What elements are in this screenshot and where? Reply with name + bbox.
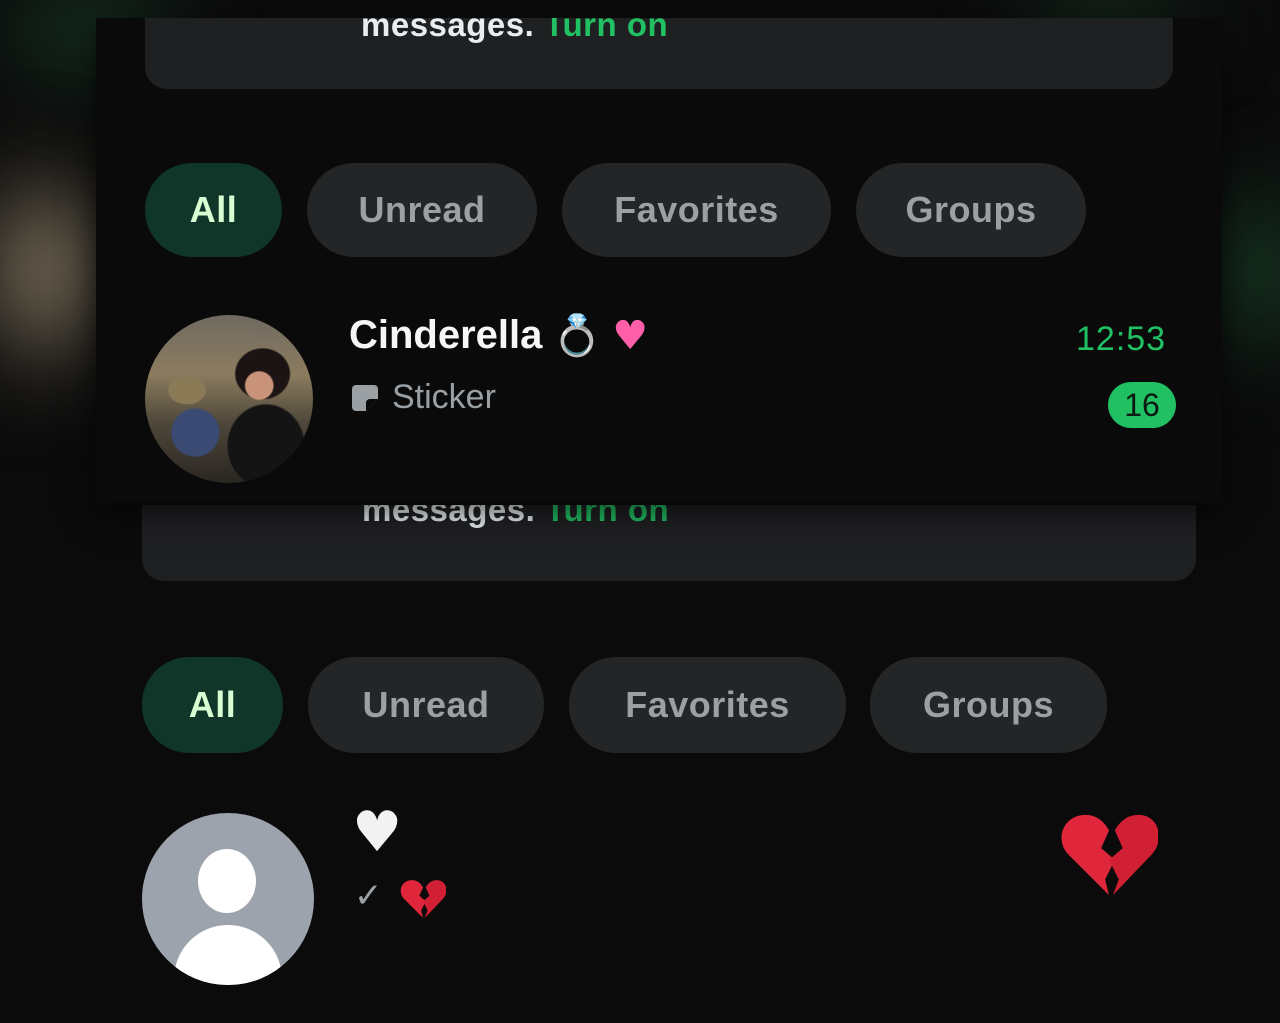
filter-chip-all[interactable]: All [145,163,282,257]
default-avatar[interactable] [142,813,314,985]
filter-chip-groups[interactable]: Groups [856,163,1086,257]
filter-chip-favorites[interactable]: Favorites [569,657,846,753]
filter-chip-favorites[interactable]: Favorites [562,163,831,257]
ring-icon: 💍 [552,313,603,359]
message-time: 12:53 [1076,320,1167,358]
banner-message: messages. [362,505,536,528]
filter-chip-groups[interactable]: Groups [870,657,1107,753]
notification-banner: messages. Turn on [142,505,1196,581]
pink-heart-icon: ♥ [612,312,649,359]
filter-chip-all[interactable]: All [142,657,283,753]
sticker-icon [352,384,378,411]
turn-on-link[interactable]: Turn on [545,505,669,528]
person-icon-body [174,925,282,985]
turn-on-link[interactable]: Turn on [544,18,668,43]
contact-name: Cinderella [349,313,543,357]
white-heart-icon: ♥ [352,800,403,865]
preview-text: Sticker [392,378,496,416]
contact-avatar[interactable] [145,315,313,483]
message-preview: Sticker [350,378,496,417]
filter-chip-unread[interactable]: Unread [307,163,537,257]
broken-heart-icon [1061,814,1158,896]
unread-count-badge: 16 [1108,382,1176,428]
single-check-icon: ✓ [354,876,383,916]
banner-text: messages. Turn on [362,505,669,529]
person-icon-head [198,849,256,913]
chat-name: Cinderella 💍 ♥ [349,312,649,360]
banner-text: messages. Turn on [361,18,668,44]
broken-heart-icon [400,880,446,918]
banner-message: messages. [361,18,535,43]
screen: messages. Turn on All Unread Favorites Gr… [0,0,1280,1023]
notification-banner: messages. Turn on [145,18,1173,89]
filter-chip-unread[interactable]: Unread [308,657,544,753]
popup-preview-card: messages. Turn on All Unread Favorites Gr… [96,18,1222,503]
